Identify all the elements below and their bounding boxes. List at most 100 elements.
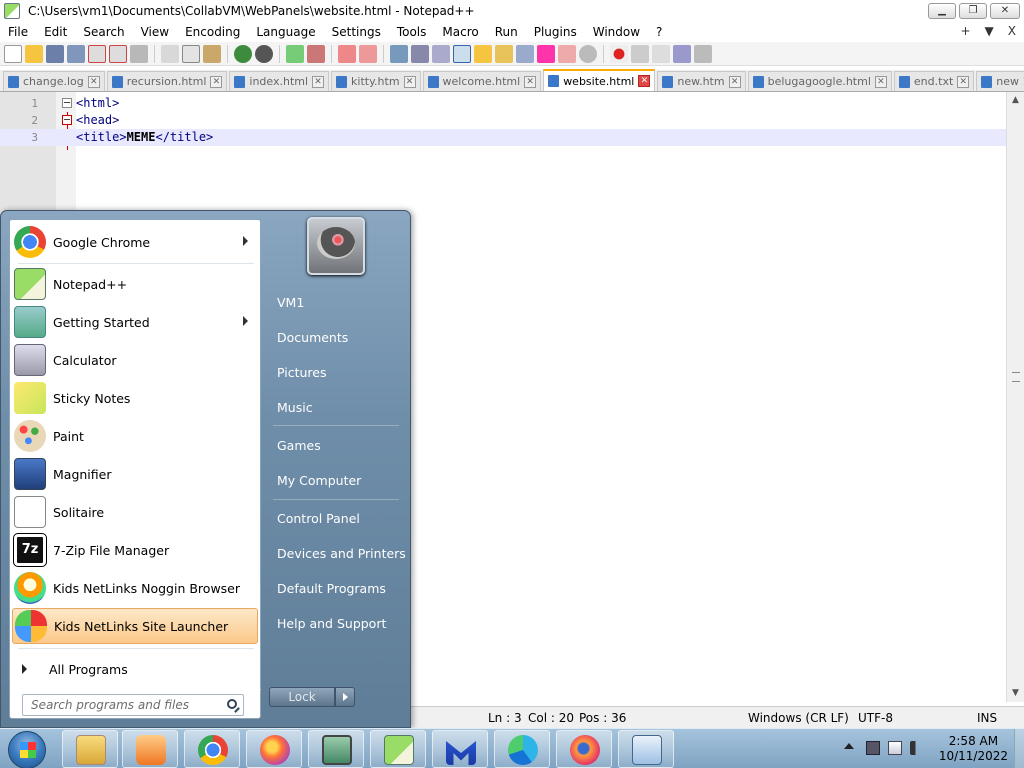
menu-encoding[interactable]: Encoding [177, 25, 248, 39]
taskbar-task-manager[interactable] [308, 730, 364, 768]
program-site-launcher[interactable]: Kids NetLinks Site Launcher [12, 608, 258, 644]
program-getting-started[interactable]: Getting Started [12, 304, 258, 340]
fold-toggle-icon[interactable] [62, 115, 72, 125]
indent-guide-icon[interactable] [453, 44, 471, 63]
run-macro-multiple-icon[interactable] [673, 44, 691, 63]
action-center-icon[interactable] [888, 741, 902, 755]
zoom-in-icon[interactable] [338, 44, 356, 63]
menu-help[interactable]: ? [648, 25, 670, 39]
start-item-help-support[interactable]: Help and Support [267, 608, 405, 638]
menu-tools[interactable]: Tools [389, 25, 435, 39]
save-icon[interactable] [46, 44, 64, 63]
program-solitaire[interactable]: Solitaire [12, 494, 258, 530]
tab-welcome-html[interactable]: welcome.html ✕ [422, 71, 542, 91]
play-macro-icon[interactable] [652, 44, 670, 63]
paste-icon[interactable] [203, 44, 221, 63]
undo-icon[interactable] [234, 44, 252, 63]
start-item-music[interactable]: Music [267, 392, 405, 422]
start-item-pictures[interactable]: Pictures [267, 357, 405, 387]
close-tab-icon[interactable]: ✕ [728, 75, 741, 88]
record-macro-icon[interactable] [610, 44, 628, 63]
program-noggin-browser[interactable]: Kids NetLinks Noggin Browser [12, 570, 258, 606]
show-desktop-button[interactable] [1014, 729, 1024, 768]
open-file-icon[interactable] [25, 44, 43, 63]
close-doc-button[interactable]: X [1008, 24, 1016, 38]
program-google-chrome[interactable]: Google Chrome [12, 224, 258, 260]
menu-language[interactable]: Language [248, 25, 323, 39]
tab-belugagoogle-html[interactable]: belugagoogle.html ✕ [747, 71, 892, 91]
monitoring-icon[interactable] [537, 44, 555, 63]
function-list-icon[interactable] [495, 44, 513, 63]
print-icon[interactable] [130, 44, 148, 63]
close-tab-icon[interactable]: ✕ [87, 75, 100, 88]
all-programs-button[interactable]: All Programs [12, 658, 258, 680]
tab-list-button[interactable]: ▼ [985, 24, 994, 38]
program-paint[interactable]: Paint [12, 418, 258, 454]
start-item-user[interactable]: VM1 [267, 287, 405, 317]
save-macro-icon[interactable] [694, 44, 712, 63]
tab-end-txt[interactable]: end.txt ✕ [893, 71, 975, 91]
taskbar-control-panel[interactable] [618, 730, 674, 768]
taskbar-firefox-alt[interactable] [556, 730, 612, 768]
menu-settings[interactable]: Settings [324, 25, 389, 39]
new-tab-button[interactable]: + [960, 24, 970, 38]
close-tab-icon[interactable]: ✕ [638, 75, 651, 87]
start-item-devices-printers[interactable]: Devices and Printers [267, 538, 406, 568]
close-tab-icon[interactable]: ✕ [524, 75, 537, 88]
zoom-out-icon[interactable] [359, 44, 377, 63]
program-calculator[interactable]: Calculator [12, 342, 258, 378]
replace-icon[interactable] [307, 44, 325, 63]
menu-file[interactable]: File [0, 25, 36, 39]
redo-icon[interactable] [255, 44, 273, 63]
taskbar-edge[interactable] [494, 730, 550, 768]
program-sticky-notes[interactable]: Sticky Notes [12, 380, 258, 416]
tab-new-htm[interactable]: new.htm ✕ [657, 71, 746, 91]
close-tab-icon[interactable]: ✕ [312, 75, 325, 88]
menu-macro[interactable]: Macro [434, 25, 486, 39]
submenu-arrow-icon[interactable] [243, 316, 248, 326]
scroll-up-icon[interactable]: ▲ [1007, 92, 1024, 109]
close-tab-icon[interactable]: ✕ [957, 75, 970, 88]
tab-change-log[interactable]: change.log ✕ [3, 71, 105, 91]
menu-edit[interactable]: Edit [36, 25, 75, 39]
start-item-default-programs[interactable]: Default Programs [267, 573, 405, 603]
search-icon[interactable] [227, 699, 237, 709]
menu-view[interactable]: View [133, 25, 177, 39]
lock-button[interactable]: Lock [269, 687, 335, 707]
search-input[interactable]: Search programs and files [22, 694, 244, 716]
tab-index-html[interactable]: index.html ✕ [229, 71, 330, 91]
stop-macro-icon[interactable] [631, 44, 649, 63]
project-panel-icon[interactable] [558, 44, 576, 63]
close-tab-icon[interactable]: ✕ [210, 75, 223, 88]
start-item-control-panel[interactable]: Control Panel [267, 503, 405, 533]
find-icon[interactable] [286, 44, 304, 63]
status-encoding[interactable]: UTF-8 [858, 711, 893, 725]
submenu-arrow-icon[interactable] [243, 236, 248, 246]
menu-search[interactable]: Search [75, 25, 132, 39]
start-button[interactable] [8, 731, 46, 768]
menu-run[interactable]: Run [487, 25, 526, 39]
show-hidden-icons-icon[interactable] [844, 743, 854, 749]
preview-icon[interactable] [579, 44, 597, 63]
close-all-icon[interactable] [109, 44, 127, 63]
tab-recursion-html[interactable]: recursion.html ✕ [106, 71, 228, 91]
start-item-my-computer[interactable]: My Computer [267, 465, 405, 495]
taskbar-notepadpp[interactable] [370, 730, 426, 768]
user-avatar[interactable] [307, 217, 365, 275]
sync-scroll-icon[interactable] [390, 44, 408, 63]
menu-window[interactable]: Window [585, 25, 648, 39]
restore-button[interactable]: ❐ [959, 3, 987, 19]
tab-new-1[interactable]: new 1✕ [976, 71, 1024, 91]
start-item-documents[interactable]: Documents [267, 322, 405, 352]
scroll-down-icon[interactable]: ▼ [1007, 685, 1024, 702]
fold-toggle-icon[interactable] [62, 98, 72, 108]
close-file-icon[interactable] [88, 44, 106, 63]
status-insert-mode[interactable]: INS [977, 711, 997, 725]
close-button[interactable]: ✕ [990, 3, 1020, 19]
close-tab-icon[interactable]: ✕ [874, 75, 887, 88]
word-wrap-icon[interactable] [411, 44, 429, 63]
taskbar-firefox[interactable] [246, 730, 302, 768]
clock[interactable]: 2:58 AM 10/11/2022 [939, 734, 1008, 764]
program-notepadpp[interactable]: Notepad++ [12, 266, 258, 302]
close-tab-icon[interactable]: ✕ [403, 75, 416, 88]
